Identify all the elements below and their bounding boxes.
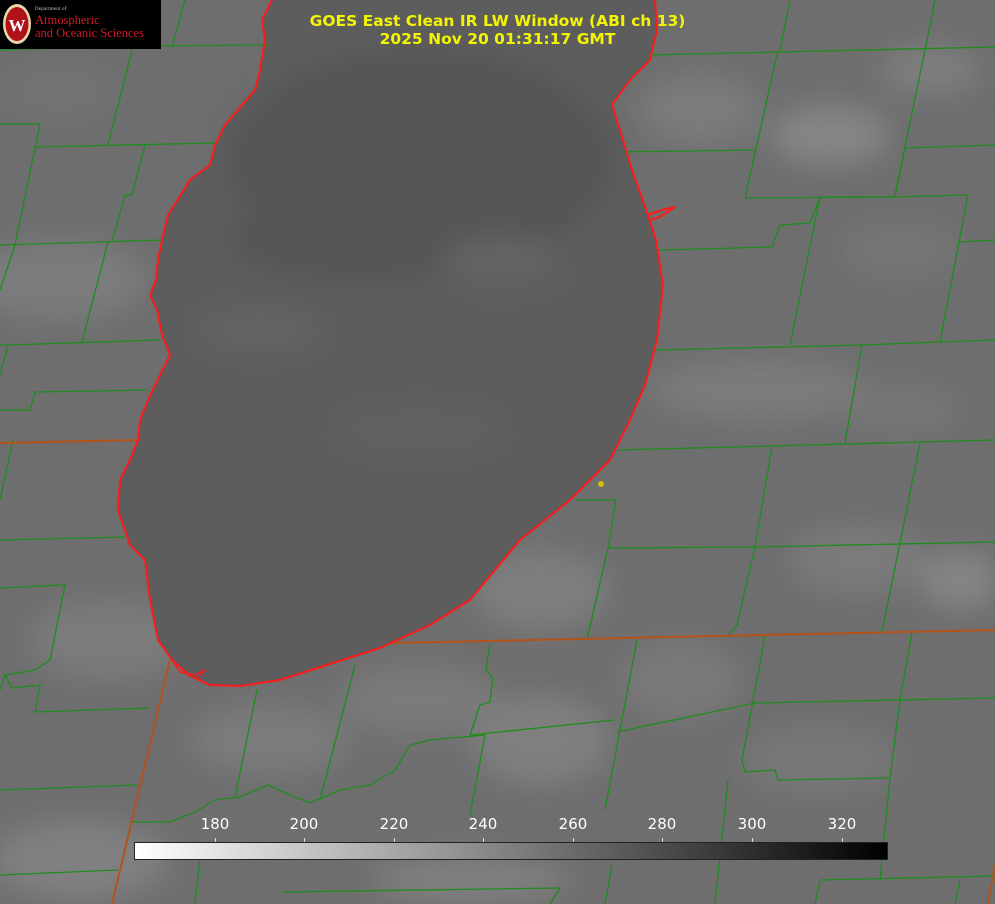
image-title: GOES East Clean IR LW Window (ABI ch 13)… — [0, 12, 995, 48]
ir-imagery — [0, 0, 995, 904]
satellite-map: W Department of Atmospheric and Oceanic … — [0, 0, 995, 904]
temperature-colorbar — [134, 842, 888, 860]
colorbar-tick-label: 300 — [737, 815, 767, 833]
colorbar-tick-labels: 180 200 220 240 260 280 300 320 — [0, 815, 995, 835]
colorbar-tick-label: 260 — [558, 815, 588, 833]
title-product: GOES East Clean IR LW Window (ABI ch 13) — [309, 12, 686, 30]
colorbar-tick-label: 180 — [200, 815, 230, 833]
colorbar-tick-label: 320 — [827, 815, 857, 833]
colorbar-tick-label: 240 — [468, 815, 498, 833]
colorbar-tick-label: 280 — [647, 815, 677, 833]
station-marker — [598, 481, 604, 487]
colorbar-tick-label: 200 — [289, 815, 319, 833]
colorbar-tick-label: 220 — [379, 815, 409, 833]
title-timestamp: 2025 Nov 20 01:31:17 GMT — [379, 30, 616, 48]
